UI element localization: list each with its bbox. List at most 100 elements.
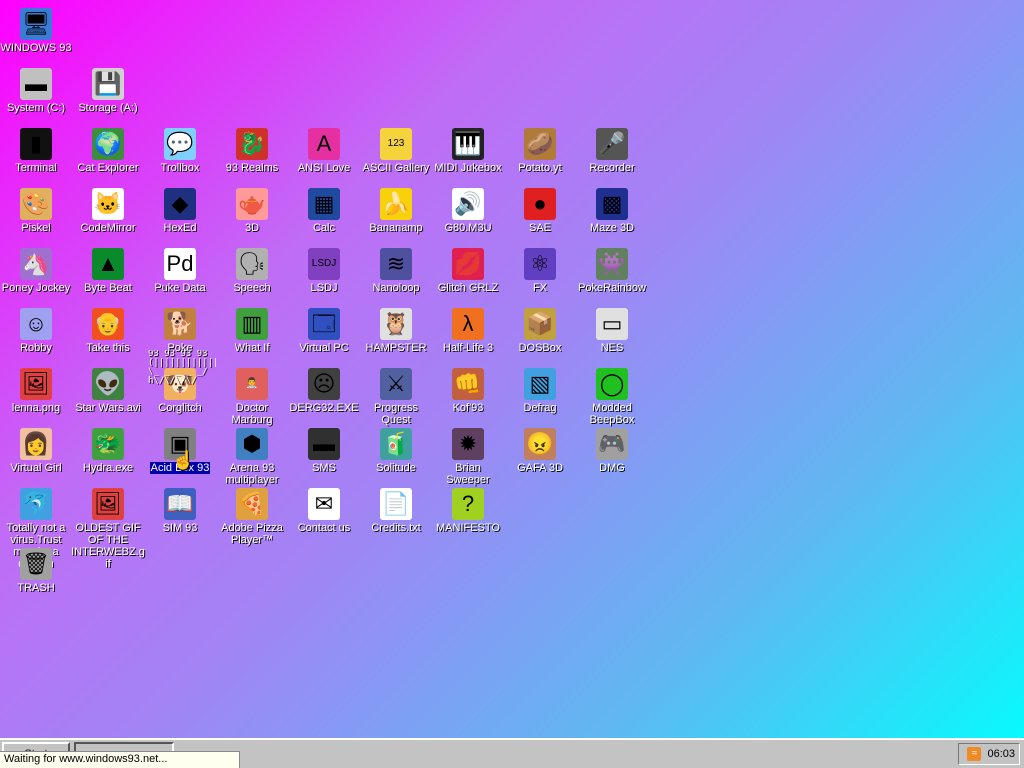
desktop-icon[interactable]: ▩ Maze 3D bbox=[575, 188, 649, 234]
desktop-icon-label: Contact us bbox=[297, 522, 351, 534]
desktop-icon[interactable]: ▥ What If bbox=[215, 308, 289, 354]
desktop-icon[interactable]: 👨‍⚕ Doctor Marburg bbox=[215, 368, 289, 426]
desktop-icon[interactable]: 🗣 Speech bbox=[215, 248, 289, 294]
app-icon: 👊 bbox=[452, 368, 484, 400]
desktop-icon[interactable]: 🦄 Poney Jockey bbox=[0, 248, 73, 294]
desktop-icon[interactable]: ▮ Terminal bbox=[0, 128, 73, 174]
desktop-icon[interactable]: 🔊 G80.M3U bbox=[431, 188, 505, 234]
app-icon: ▬ bbox=[20, 68, 52, 100]
desktop-icon[interactable]: 💾 Storage (A:) bbox=[71, 68, 145, 114]
desktop-icon[interactable]: 👴 Take this bbox=[71, 308, 145, 354]
desktop-icon[interactable]: 👊 Kof'93 bbox=[431, 368, 505, 414]
desktop-icon[interactable]: 🍌 Bananamp bbox=[359, 188, 433, 234]
desktop-icon-label: Modded BeepBox bbox=[589, 402, 635, 426]
desktop-icon[interactable]: ▬ System (C:) bbox=[0, 68, 73, 114]
desktop-icon-label: HAMPSTER bbox=[365, 342, 427, 354]
app-icon: 🖼 bbox=[92, 488, 124, 520]
desktop-icon[interactable]: Pd Puke Data bbox=[143, 248, 217, 294]
desktop-icon-label: 3D bbox=[244, 222, 260, 234]
desktop-icon[interactable]: 💋 Glitch GRLZ bbox=[431, 248, 505, 294]
desktop-icon-label: Glitch GRLZ bbox=[437, 282, 499, 294]
desktop-icon[interactable]: 😠 GAFA 3D bbox=[503, 428, 577, 474]
app-icon: ☹ bbox=[308, 368, 340, 400]
desktop-icon[interactable]: λ Half-Life 3 bbox=[431, 308, 505, 354]
desktop-icon[interactable]: 📦 DOSBox bbox=[503, 308, 577, 354]
desktop-icon[interactable]: ▧ Defrag bbox=[503, 368, 577, 414]
app-icon: ▥ bbox=[236, 308, 268, 340]
desktop-icon-label: Potato.yt bbox=[518, 162, 562, 174]
desktop-icon[interactable]: 🖼 lenna.png bbox=[0, 368, 73, 414]
desktop-icon[interactable]: 🧃 Solitude bbox=[359, 428, 433, 474]
pointer-cursor-icon: ☝ bbox=[172, 450, 195, 470]
desktop-icon[interactable]: ▲ Byte Beat bbox=[71, 248, 145, 294]
desktop-icon[interactable]: 🐲 Hydra.exe bbox=[71, 428, 145, 474]
desktop-icon[interactable]: ▦ Calc bbox=[287, 188, 361, 234]
desktop-icon[interactable]: 🦉 HAMPSTER bbox=[359, 308, 433, 354]
desktop-icon[interactable]: 📄 Credits.txt bbox=[359, 488, 433, 534]
desktop-icon[interactable]: ▬ SMS bbox=[287, 428, 361, 474]
desktop-icon[interactable]: 🫖 3D bbox=[215, 188, 289, 234]
desktop-icon[interactable]: ◆ HexEd bbox=[143, 188, 217, 234]
app-icon: ▬ bbox=[308, 428, 340, 460]
app-icon: 🫖 bbox=[236, 188, 268, 220]
desktop-icon[interactable]: 🐱 CodeMirror bbox=[71, 188, 145, 234]
desktop-icon[interactable]: ? MANIFESTO bbox=[431, 488, 505, 534]
desktop-icon[interactable]: ⬢ Arena 93 multiplayer bbox=[215, 428, 289, 486]
desktop-icon[interactable]: LSDJ LSDJ bbox=[287, 248, 361, 294]
desktop-icon[interactable]: ⚛ FX bbox=[503, 248, 577, 294]
desktop-icon[interactable]: 🗑 TRASH bbox=[0, 548, 73, 594]
desktop-icon[interactable]: 🌍 Cat Explorer bbox=[71, 128, 145, 174]
desktop-icon-label: Storage (A:) bbox=[78, 102, 138, 114]
desktop-icon[interactable]: ◯ Modded BeepBox bbox=[575, 368, 649, 426]
app-icon: 🗣 bbox=[236, 248, 268, 280]
desktop-icon[interactable]: 🗔 Virtual PC bbox=[287, 308, 361, 354]
app-icon: 🎹 bbox=[452, 128, 484, 160]
desktop-icon[interactable]: ☺ Robby bbox=[0, 308, 73, 354]
desktop-icon[interactable]: 🎤 Recorder bbox=[575, 128, 649, 174]
desktop-icon-label: Cat Explorer bbox=[77, 162, 139, 174]
desktop-icon[interactable]: 🎨 Piskel bbox=[0, 188, 73, 234]
desktop-icon-label: NES bbox=[600, 342, 624, 354]
desktop-icon[interactable]: ● SAE bbox=[503, 188, 577, 234]
app-icon: 📖 bbox=[164, 488, 196, 520]
desktop-icon[interactable]: 🐕 Poke bbox=[143, 308, 217, 354]
desktop-icon[interactable]: 📖 SIM 93 bbox=[143, 488, 217, 534]
desktop-icon[interactable]: 👩 Virtual Girl bbox=[0, 428, 73, 474]
rss-icon[interactable]: ≈ bbox=[967, 747, 982, 761]
desktop-icon-label: CodeMirror bbox=[80, 222, 136, 234]
desktop-icon-label: Progress Quest bbox=[373, 402, 419, 426]
app-icon: ◆ bbox=[164, 188, 196, 220]
desktop-icon[interactable]: 👾 PokeRainbow bbox=[575, 248, 649, 294]
desktop-icon-label: Hydra.exe bbox=[82, 462, 134, 474]
desktop-icon-label: DERG32.EXE bbox=[289, 402, 359, 414]
app-icon: 🦄 bbox=[20, 248, 52, 280]
desktop-icon[interactable]: 🎮 DMG bbox=[575, 428, 649, 474]
app-icon: 🐕 bbox=[164, 308, 196, 340]
app-icon: 🐉 bbox=[236, 128, 268, 160]
desktop-icon[interactable]: ≋ Nanoloop bbox=[359, 248, 433, 294]
desktop-icon[interactable]: ▭ NES bbox=[575, 308, 649, 354]
desktop-icon[interactable]: 🎹 MIDI Jukebox bbox=[431, 128, 505, 174]
desktop-icon-label: Star Wars.avi bbox=[75, 402, 141, 414]
app-icon: 🖼 bbox=[20, 368, 52, 400]
desktop-icon[interactable]: 🖥 WINDOWS 93 bbox=[0, 8, 73, 54]
app-icon: 🐲 bbox=[92, 428, 124, 460]
app-icon: ● bbox=[524, 188, 556, 220]
desktop-icon[interactable]: ⚔ Progress Quest bbox=[359, 368, 433, 426]
desktop-icon[interactable]: 👽 Star Wars.avi bbox=[71, 368, 145, 414]
desktop-icon[interactable]: 💬 Trollbox bbox=[143, 128, 217, 174]
desktop-icon-label: WINDOWS 93 bbox=[0, 42, 72, 54]
desktop-icon[interactable]: 123 ASCII Gallery bbox=[359, 128, 433, 174]
browser-status-bar: Waiting for www.windows93.net... bbox=[0, 751, 240, 768]
app-icon: 👩 bbox=[20, 428, 52, 460]
desktop-icon[interactable]: 🖼 OLDEST GIF OF THE INTERWEBZ.gif bbox=[71, 488, 145, 570]
desktop-icon[interactable]: ✹ Brian Sweeper bbox=[431, 428, 505, 486]
desktop-icon[interactable]: 🍕 Adobe Pizza Player™ bbox=[215, 488, 289, 546]
desktop-icon[interactable]: A ANSI Love bbox=[287, 128, 361, 174]
desktop-icon[interactable]: 🐉 93 Realms bbox=[215, 128, 289, 174]
desktop-icon[interactable]: 🥔 Potato.yt bbox=[503, 128, 577, 174]
desktop-icon-label: SMS bbox=[312, 462, 336, 474]
app-icon: 😠 bbox=[524, 428, 556, 460]
desktop-icon[interactable]: ✉ Contact us bbox=[287, 488, 361, 534]
desktop-icon[interactable]: ☹ DERG32.EXE bbox=[287, 368, 361, 414]
